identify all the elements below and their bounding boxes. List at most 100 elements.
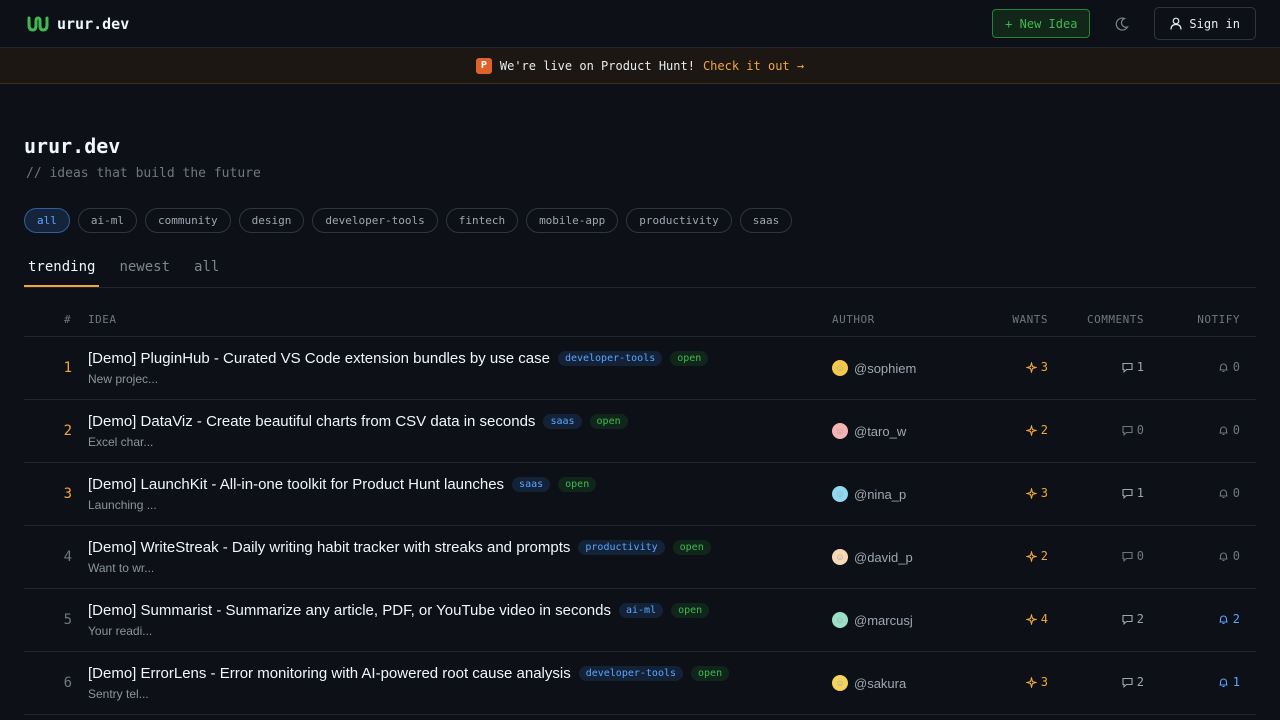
tag-design[interactable]: design bbox=[238, 208, 305, 233]
top-header: urur.dev + New Idea Sign in bbox=[0, 0, 1280, 48]
wants-button[interactable]: 3 bbox=[1025, 360, 1048, 374]
author-link[interactable]: ☺ @sophiem bbox=[832, 360, 916, 376]
table-header: # IDEA AUTHOR WANTS COMMENTS NOTIFY bbox=[24, 304, 1256, 337]
bell-icon bbox=[1219, 552, 1228, 561]
status-badge: open bbox=[558, 477, 597, 492]
tab-all[interactable]: all bbox=[190, 248, 223, 286]
author-handle: @david_p bbox=[854, 549, 913, 565]
notify-button[interactable]: 0 bbox=[1218, 360, 1240, 374]
idea-title[interactable]: [Demo] DataViz - Create beautiful charts… bbox=[88, 413, 535, 430]
comments-count: 1 bbox=[1136, 486, 1144, 500]
comments-link[interactable]: 0 bbox=[1122, 423, 1144, 437]
wants-button[interactable]: 3 bbox=[1025, 486, 1048, 500]
wants-button[interactable]: 2 bbox=[1025, 549, 1048, 563]
comments-link[interactable]: 2 bbox=[1122, 675, 1144, 689]
tag-community[interactable]: community bbox=[145, 208, 231, 233]
comments-link[interactable]: 1 bbox=[1122, 486, 1144, 500]
category-badge[interactable]: saas bbox=[512, 477, 551, 492]
category-badge[interactable]: developer-tools bbox=[557, 351, 663, 366]
author-handle: @sakura bbox=[854, 675, 907, 691]
idea-description: Sentry tel... bbox=[88, 687, 149, 701]
tab-trending[interactable]: trending bbox=[24, 248, 100, 287]
tag-fintech[interactable]: fintech bbox=[445, 208, 519, 233]
idea-title[interactable]: [Demo] LaunchKit - All-in-one toolkit fo… bbox=[88, 476, 504, 493]
avatar: ☺ bbox=[832, 675, 848, 691]
comments-link[interactable]: 2 bbox=[1122, 612, 1144, 626]
author-handle: @taro_w bbox=[854, 423, 907, 439]
notify-button[interactable]: 1 bbox=[1218, 675, 1240, 689]
author-handle: @marcusj bbox=[854, 612, 913, 628]
comments-count: 0 bbox=[1136, 549, 1144, 563]
status-badge: open bbox=[691, 666, 730, 681]
bell-icon bbox=[1219, 615, 1228, 624]
notify-count: 1 bbox=[1232, 675, 1240, 689]
comments-count: 0 bbox=[1136, 423, 1144, 437]
table-row[interactable]: 2 [Demo] DataViz - Create beautiful chart… bbox=[24, 400, 1256, 463]
tag-ai-ml[interactable]: ai-ml bbox=[77, 208, 137, 233]
tag-developer-tools[interactable]: developer-tools bbox=[312, 208, 438, 233]
notify-button[interactable]: 0 bbox=[1218, 423, 1240, 437]
idea-title[interactable]: [Demo] PluginHub - Curated VS Code exten… bbox=[88, 350, 550, 367]
status-badge: open bbox=[671, 603, 710, 618]
banner-link[interactable]: Check it out → bbox=[703, 59, 804, 73]
author-link[interactable]: ☺ @sakura bbox=[832, 675, 906, 691]
bell-icon bbox=[1219, 489, 1228, 498]
tag-productivity[interactable]: productivity bbox=[626, 208, 732, 233]
notify-button[interactable]: 0 bbox=[1218, 549, 1240, 563]
author-link[interactable]: ☺ @taro_w bbox=[832, 423, 906, 439]
notify-button[interactable]: 2 bbox=[1218, 612, 1240, 626]
idea-description: Launching ... bbox=[88, 498, 157, 512]
status-badge: open bbox=[670, 351, 709, 366]
new-idea-button[interactable]: + New Idea bbox=[992, 9, 1091, 38]
category-badge[interactable]: ai-ml bbox=[619, 603, 664, 618]
ideas-table: 1 [Demo] PluginHub - Curated VS Code exte… bbox=[24, 337, 1256, 715]
table-row[interactable]: 3 [Demo] LaunchKit - All-in-one toolkit f… bbox=[24, 463, 1256, 526]
notify-count: 0 bbox=[1232, 549, 1240, 563]
idea-description: Want to wr... bbox=[88, 561, 155, 575]
header-rank: # bbox=[64, 313, 72, 326]
theme-toggle-button[interactable] bbox=[1114, 16, 1130, 32]
category-badge[interactable]: developer-tools bbox=[578, 666, 684, 681]
comments-link[interactable]: 0 bbox=[1122, 549, 1144, 563]
author-link[interactable]: ☺ @nina_p bbox=[832, 486, 906, 502]
comment-icon bbox=[1122, 362, 1133, 373]
comments-count: 1 bbox=[1136, 360, 1144, 374]
banner-text: We're live on Product Hunt! bbox=[499, 58, 695, 73]
author-link[interactable]: ☺ @david_p bbox=[832, 549, 913, 565]
comments-count: 2 bbox=[1136, 675, 1144, 689]
author-link[interactable]: ☺ @marcusj bbox=[832, 612, 913, 628]
tab-newest[interactable]: newest bbox=[115, 248, 174, 286]
header-idea: IDEA bbox=[88, 313, 117, 326]
table-row[interactable]: 6 [Demo] ErrorLens - Error monitoring wit… bbox=[24, 652, 1256, 715]
category-badge[interactable]: productivity bbox=[578, 540, 665, 555]
bell-icon bbox=[1219, 678, 1228, 687]
sparkle-icon bbox=[1025, 613, 1037, 625]
tagline: // ideas that build the future bbox=[26, 166, 261, 181]
avatar: ☺ bbox=[832, 549, 848, 565]
tag-saas[interactable]: saas bbox=[739, 208, 793, 233]
page-title: urur.dev bbox=[24, 134, 121, 158]
wants-count: 3 bbox=[1040, 360, 1048, 374]
comments-link[interactable]: 1 bbox=[1122, 360, 1144, 374]
table-row[interactable]: 1 [Demo] PluginHub - Curated VS Code exte… bbox=[24, 337, 1256, 400]
wants-button[interactable]: 3 bbox=[1025, 675, 1048, 689]
avatar: ☺ bbox=[832, 612, 848, 628]
logo-icon bbox=[27, 15, 49, 32]
notify-count: 0 bbox=[1232, 486, 1240, 500]
tag-mobile-app[interactable]: mobile-app bbox=[526, 208, 619, 233]
row-rank: 3 bbox=[63, 486, 72, 502]
wants-button[interactable]: 4 bbox=[1025, 612, 1048, 626]
table-row[interactable]: 4 [Demo] WriteStreak - Daily writing habi… bbox=[24, 526, 1256, 589]
sign-in-button[interactable]: Sign in bbox=[1154, 7, 1256, 40]
category-badge[interactable]: saas bbox=[543, 414, 582, 429]
notify-count: 0 bbox=[1232, 360, 1240, 374]
idea-title[interactable]: [Demo] Summarist - Summarize any article… bbox=[88, 602, 611, 619]
table-row[interactable]: 5 [Demo] Summarist - Summarize any articl… bbox=[24, 589, 1256, 652]
wants-button[interactable]: 2 bbox=[1025, 423, 1048, 437]
idea-title[interactable]: [Demo] ErrorLens - Error monitoring with… bbox=[88, 665, 571, 682]
tag-all[interactable]: all bbox=[24, 208, 70, 233]
notify-count: 0 bbox=[1232, 423, 1240, 437]
brand[interactable]: urur.dev bbox=[27, 15, 129, 33]
notify-button[interactable]: 0 bbox=[1218, 486, 1240, 500]
idea-title[interactable]: [Demo] WriteStreak - Daily writing habit… bbox=[88, 539, 570, 556]
